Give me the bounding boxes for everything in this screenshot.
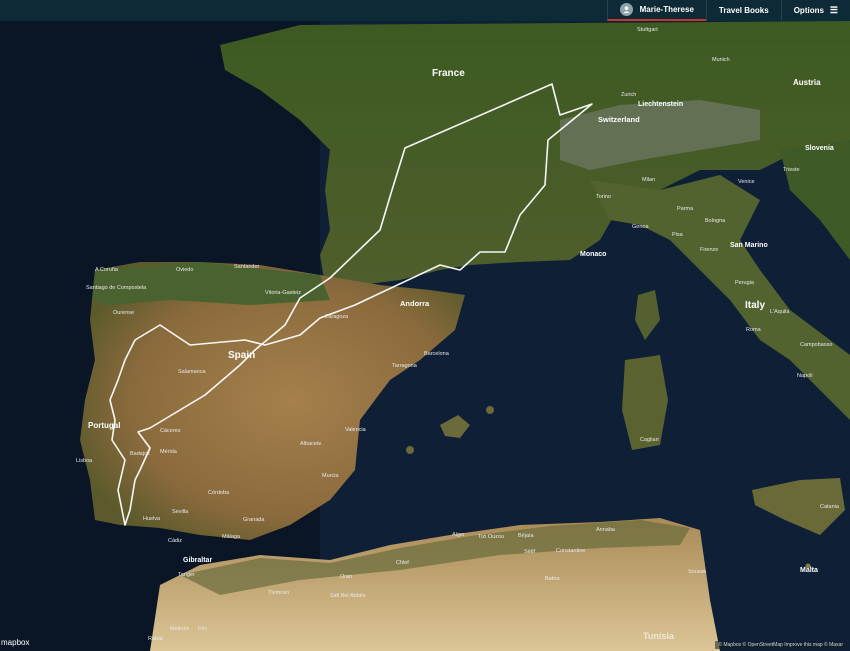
label-san-marino: San Marino [730,242,768,249]
options-label: Options [793,6,824,15]
label-city: Stuttgart [637,27,658,33]
label-city: Zaragoza [325,314,349,320]
label-city: Fès [198,626,207,632]
label-city: Murcia [322,473,339,479]
label-switzerland: Switzerland [598,115,640,124]
ibiza [406,446,414,454]
label-city: Santander [234,264,260,270]
label-austria: Austria [793,78,821,87]
label-city: Annaba [596,527,616,533]
label-city: Firenze [700,247,718,253]
label-city: Catania [820,504,840,510]
label-city: Tanger [178,572,195,578]
label-city: Tizi Ouzou [478,534,504,540]
top-nav-bar: Marie-Therese Travel Books Options ☰ [0,0,850,21]
label-city: Béjaïa [518,533,535,539]
label-city: Cáceres [160,428,181,434]
label-city: Constantine [556,548,585,554]
label-city: Rabat [148,636,163,642]
label-city: Chlef [396,560,409,566]
label-gibraltar: Gibraltar [183,557,212,564]
sardinia [622,355,668,450]
hamburger-menu-icon: ☰ [829,5,838,15]
label-portugal: Portugal [88,421,120,430]
label-city: Trieste [783,167,800,173]
label-france: France [432,68,465,79]
label-city: Sevilla [172,509,189,515]
label-city: Torino [596,194,611,200]
label-city: Pisa [672,232,684,238]
label-city: Badajoz [130,451,150,457]
label-city: Zurich [621,92,636,98]
label-city: Parma [677,206,694,212]
travel-books-button[interactable]: Travel Books [705,0,781,21]
label-city: L'Aquila [770,309,790,315]
label-city: Sétif [524,549,535,555]
label-liechtenstein: Liechtenstein [638,101,683,108]
label-city: Napoli [797,373,813,379]
label-city: Granada [243,517,265,523]
label-city: Lisboa [76,458,93,464]
user-avatar-icon [619,3,633,16]
label-city: Cagliari [640,437,659,443]
label-slovenia: Slovenia [805,145,834,152]
options-button[interactable]: Options ☰ [780,0,850,21]
mapbox-logo[interactable]: mapbox [1,638,29,647]
label-city: Milan [642,177,655,183]
label-city: Sousse [688,569,706,575]
label-city: Córdoba [208,490,230,496]
label-city: Albacete [300,441,321,447]
label-city: Genoa [632,224,649,230]
label-city: A Coruña [95,267,119,273]
label-city: Roma [746,327,762,333]
menorca [486,406,494,414]
label-italy: Italy [745,300,765,311]
label-city: Tlemcen [268,590,289,596]
label-city: Meknès [170,626,190,632]
label-city: Sidi Bel Abbès [330,593,366,599]
label-city: Oviedo [176,267,193,273]
label-city: Huelva [143,516,161,522]
travel-books-label: Travel Books [718,6,769,15]
label-tunisia: Tunisia [643,631,675,641]
label-city: Vitoria-Gasteiz [265,290,301,296]
user-menu-button[interactable]: Marie-Therese [606,0,706,21]
label-city: Perugia [735,280,755,286]
label-city: Santiago de Compostela [86,285,147,291]
map-attribution[interactable]: © Mapbox © OpenStreetMap Improve this ma… [715,641,846,649]
label-city: Bologna [705,218,726,224]
label-city: Alger [452,532,465,538]
label-city: Málaga [222,534,241,540]
satellite-map[interactable]: France Spain Portugal Italy Andorra Mona… [0,21,850,651]
label-city: Munich [712,57,730,63]
label-city: Campobasso [800,342,832,348]
label-city: Batna [545,576,560,582]
label-city: Mérida [160,449,178,455]
label-city: Tarragona [392,363,418,369]
label-city: Ourense [113,310,134,316]
label-city: Cádiz [168,538,182,544]
label-andorra: Andorra [400,299,430,308]
label-city: Valencia [345,427,367,433]
label-city: Barcelona [424,351,450,357]
label-malta: Malta [800,567,818,574]
label-spain: Spain [228,350,255,361]
user-name-label: Marie-Therese [639,5,694,14]
label-city: Salamanca [178,369,206,375]
label-monaco: Monaco [580,251,606,258]
label-city: Oran [340,574,352,580]
label-city: Venice [738,179,755,185]
